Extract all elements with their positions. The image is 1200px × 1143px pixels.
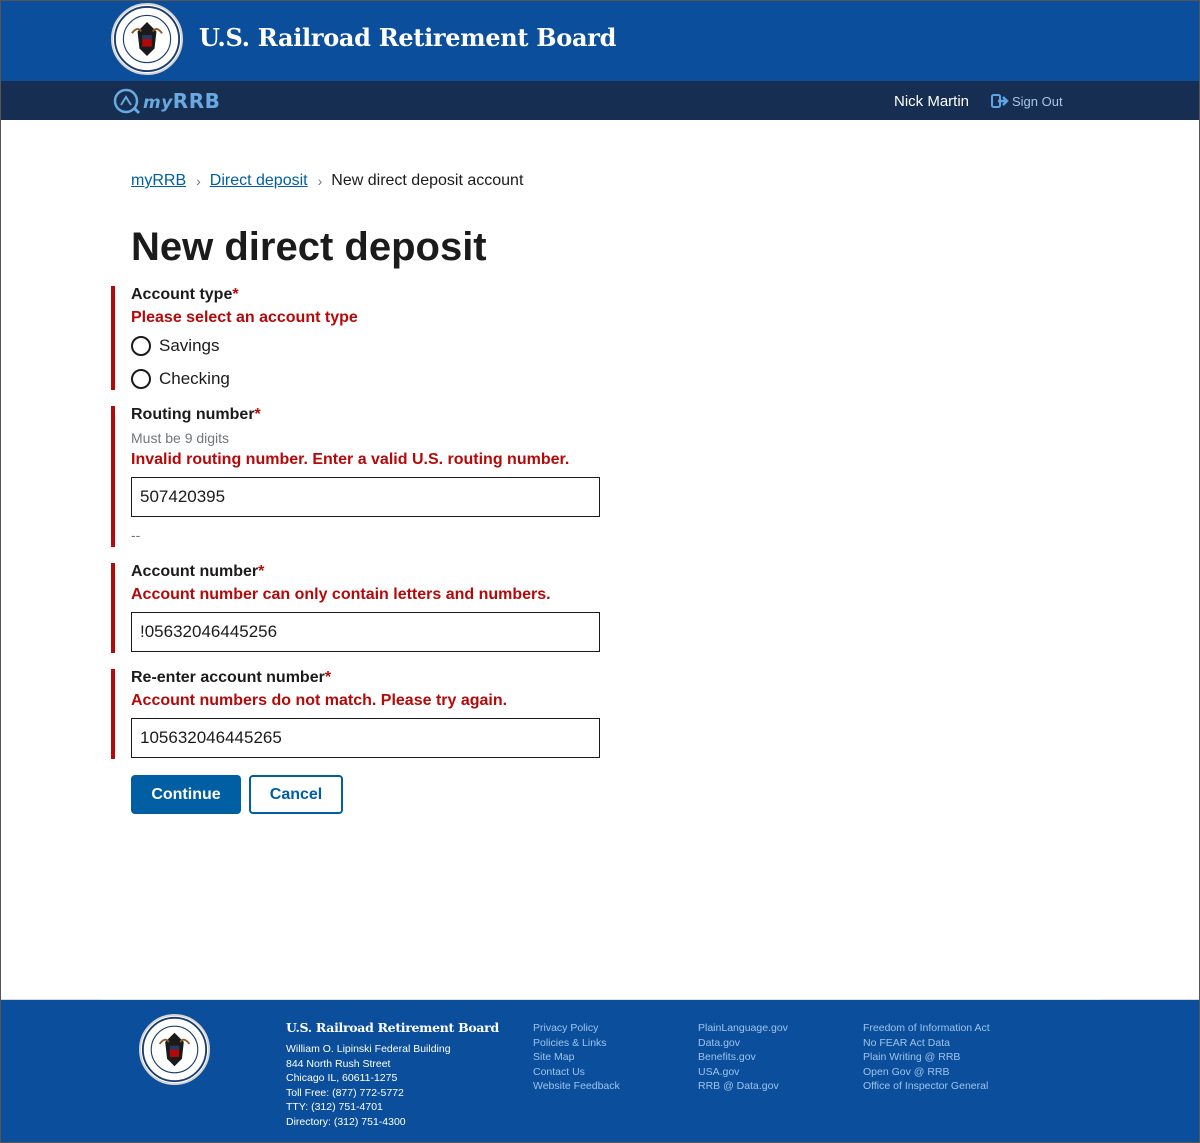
required-marker: * bbox=[258, 563, 265, 580]
account-number-group: Account number* Account number can only … bbox=[111, 563, 600, 653]
sign-out-label: Sign Out bbox=[1012, 93, 1063, 109]
footer-link-plainlanguage[interactable]: PlainLanguage.gov bbox=[698, 1021, 788, 1036]
footer-link-rrb-data-gov[interactable]: RRB @ Data.gov bbox=[698, 1079, 788, 1094]
footer-link-open-gov[interactable]: Open Gov @ RRB bbox=[863, 1065, 990, 1080]
routing-number-hint: Must be 9 digits bbox=[131, 430, 230, 446]
account-number-label: Account number* bbox=[131, 563, 265, 580]
account-number-error: Account number can only contain letters … bbox=[131, 586, 551, 603]
footer-link-foia[interactable]: Freedom of Information Act bbox=[863, 1021, 990, 1036]
rrb-seal-logo[interactable] bbox=[111, 3, 183, 75]
agency-title[interactable]: U.S. Railroad Retirement Board bbox=[199, 23, 616, 52]
footer-link-usa-gov[interactable]: USA.gov bbox=[698, 1065, 788, 1080]
footer-link-no-fear[interactable]: No FEAR Act Data bbox=[863, 1036, 990, 1051]
radio-circle[interactable] bbox=[131, 369, 151, 389]
footer-address-line: Directory: (312) 751-4300 bbox=[286, 1115, 406, 1128]
footer-link-benefits-gov[interactable]: Benefits.gov bbox=[698, 1050, 788, 1065]
breadcrumb-myrrb[interactable]: myRRB bbox=[131, 172, 186, 190]
footer-address-line: William O. Lipinski Federal Building bbox=[286, 1043, 451, 1055]
bank-name-display: -- bbox=[131, 527, 141, 543]
reenter-account-number-group: Re-enter account number* Account numbers… bbox=[111, 669, 600, 759]
reenter-account-number-label: Re-enter account number* bbox=[131, 669, 332, 686]
radio-savings[interactable]: Savings bbox=[131, 336, 358, 356]
logo-prefix: my bbox=[143, 93, 173, 113]
sign-out-icon bbox=[991, 94, 1009, 108]
footer-link-plain-writing[interactable]: Plain Writing @ RRB bbox=[863, 1050, 990, 1065]
continue-button[interactable]: Continue bbox=[131, 775, 241, 814]
reenter-account-number-error: Account numbers do not match. Please try… bbox=[131, 692, 508, 709]
logo-suffix: RRB bbox=[172, 89, 221, 113]
footer-link-website-feedback[interactable]: Website Feedback bbox=[533, 1079, 620, 1094]
footer-link-data-gov[interactable]: Data.gov bbox=[698, 1036, 788, 1051]
page-title: New direct deposit bbox=[131, 225, 487, 269]
reenter-account-number-input[interactable] bbox=[131, 718, 600, 758]
breadcrumb-current: New direct deposit account bbox=[331, 172, 524, 189]
footer-address-line: Toll Free: (877) 772-5772 bbox=[286, 1086, 404, 1099]
chevron-right-icon: › bbox=[196, 173, 201, 189]
sign-out-link[interactable]: Sign Out bbox=[991, 93, 1063, 109]
footer-divider bbox=[101, 999, 1101, 1000]
footer-links-col3: Freedom of Information Act No FEAR Act D… bbox=[863, 1021, 990, 1094]
footer-link-site-map[interactable]: Site Map bbox=[533, 1050, 620, 1065]
footer-link-contact-us[interactable]: Contact Us bbox=[533, 1065, 620, 1080]
account-number-input[interactable] bbox=[131, 612, 600, 652]
required-marker: * bbox=[324, 669, 332, 686]
account-type-group: Account type* Please select an account t… bbox=[111, 286, 358, 390]
footer-link-policies[interactable]: Policies & Links bbox=[533, 1036, 620, 1051]
routing-number-error: Invalid routing number. Enter a valid U.… bbox=[131, 451, 570, 468]
account-nav-bar: myRRB Nick Martin Sign Out bbox=[1, 81, 1199, 120]
routing-number-input[interactable] bbox=[131, 477, 600, 517]
footer-address-line: 844 North Rush Street bbox=[286, 1057, 391, 1070]
breadcrumb-direct-deposit[interactable]: Direct deposit bbox=[210, 172, 308, 190]
footer-address: U.S. Railroad Retirement Board William O… bbox=[286, 1020, 499, 1130]
footer-rrb-seal-logo bbox=[139, 1014, 210, 1085]
footer-link-inspector-general[interactable]: Office of Inspector General bbox=[863, 1079, 990, 1094]
cancel-button[interactable]: Cancel bbox=[249, 775, 343, 814]
chevron-right-icon: › bbox=[317, 173, 323, 189]
footer-link-privacy-policy[interactable]: Privacy Policy bbox=[533, 1021, 620, 1036]
breadcrumb: myRRB › Direct deposit › New direct depo… bbox=[131, 172, 523, 190]
account-type-label: Account type* bbox=[131, 286, 239, 303]
footer-address-line: Chicago IL, 60611-1275 bbox=[286, 1072, 398, 1085]
radio-circle[interactable] bbox=[131, 336, 151, 356]
footer-links-col2: PlainLanguage.gov Data.gov Benefits.gov … bbox=[698, 1021, 788, 1094]
myrrb-logo[interactable]: myRRB bbox=[113, 87, 220, 115]
radio-checking[interactable]: Checking bbox=[131, 369, 358, 389]
radio-checking-label: Checking bbox=[159, 369, 230, 388]
required-marker: * bbox=[254, 406, 261, 423]
routing-number-group: Routing number* Must be 9 digits Invalid… bbox=[111, 406, 600, 547]
user-name: Nick Martin bbox=[894, 93, 970, 110]
myrrb-badge-icon bbox=[113, 88, 141, 115]
footer-agency-title: U.S. Railroad Retirement Board bbox=[286, 1020, 499, 1035]
routing-number-label: Routing number* bbox=[131, 406, 261, 423]
required-marker: * bbox=[232, 286, 239, 303]
radio-savings-label: Savings bbox=[159, 336, 220, 355]
footer-address-line: TTY: (312) 751-4701 bbox=[286, 1101, 383, 1114]
footer-links-col1: Privacy Policy Policies & Links Site Map… bbox=[533, 1021, 620, 1094]
site-header: U.S. Railroad Retirement Board bbox=[1, 1, 1199, 81]
account-type-error: Please select an account type bbox=[131, 309, 358, 326]
site-footer: U.S. Railroad Retirement Board William O… bbox=[1, 999, 1199, 1142]
